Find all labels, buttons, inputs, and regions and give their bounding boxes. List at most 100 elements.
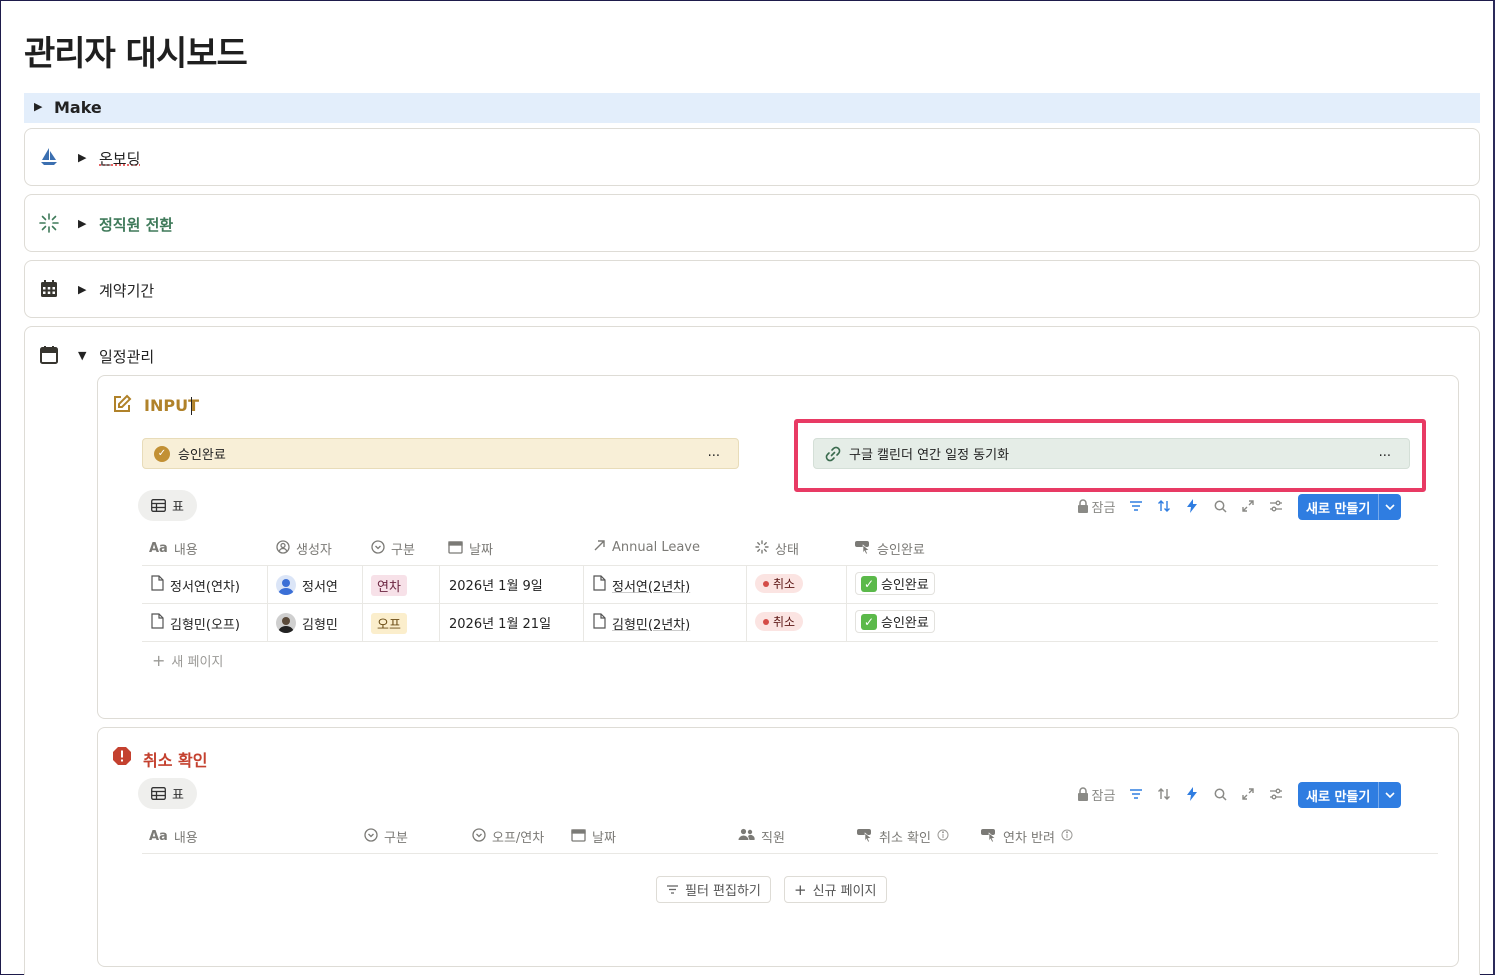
button-property-icon bbox=[981, 828, 997, 846]
status-badge: 취소 bbox=[755, 574, 804, 593]
search-icon[interactable] bbox=[1206, 494, 1234, 518]
calendar-icon bbox=[38, 344, 60, 366]
section-fulltime-conversion[interactable]: ▶ 정직원 전환 bbox=[24, 194, 1480, 252]
view-tab-table[interactable]: 표 bbox=[138, 778, 197, 809]
column-header-cancel-confirm[interactable]: 취소 확인 bbox=[857, 827, 949, 846]
select-icon bbox=[371, 539, 385, 558]
new-button[interactable]: 새로 만들기 bbox=[1298, 782, 1402, 808]
avatar bbox=[276, 613, 296, 633]
type-tag: 연차 bbox=[371, 575, 407, 596]
toggle-triangle-icon[interactable]: ▶ bbox=[78, 217, 86, 230]
cell-status[interactable]: 취소 bbox=[755, 612, 804, 631]
settings-sliders-icon[interactable] bbox=[1262, 494, 1290, 518]
edit-filter-button[interactable]: 필터 편집하기 bbox=[656, 876, 771, 903]
page-icon bbox=[593, 613, 606, 633]
toggle-triangle-open-icon[interactable]: ▼ bbox=[78, 349, 86, 362]
section-label: 일정관리 bbox=[99, 348, 155, 366]
sort-icon[interactable] bbox=[1150, 782, 1178, 806]
filter-icon[interactable] bbox=[1122, 494, 1150, 518]
section-contract-period[interactable]: ▶ 계약기간 bbox=[24, 260, 1480, 318]
approve-row-button[interactable]: ✓ 승인완료 bbox=[855, 610, 935, 633]
cell-creator[interactable]: 정서연 bbox=[276, 575, 338, 595]
select-icon bbox=[472, 827, 486, 846]
select-icon bbox=[364, 827, 378, 846]
cell-date[interactable]: 2026년 1월 21일 bbox=[449, 613, 551, 632]
page-title: 관리자 대시보드 bbox=[24, 34, 248, 74]
check-circle-icon: ✓ bbox=[154, 445, 170, 462]
new-page-button[interactable]: + 신규 페이지 bbox=[784, 876, 887, 903]
more-icon[interactable]: ... bbox=[708, 445, 720, 460]
view-tab-table[interactable]: 표 bbox=[138, 490, 197, 521]
column-header-content[interactable]: Aa 내용 bbox=[149, 539, 198, 558]
section-label: 계약기간 bbox=[99, 282, 155, 300]
column-divider bbox=[746, 566, 747, 641]
type-tag: 오프 bbox=[371, 613, 407, 634]
section-label: 온보딩 bbox=[99, 150, 141, 168]
automation-icon[interactable] bbox=[1178, 782, 1206, 806]
text-cursor bbox=[191, 397, 192, 415]
settings-sliders-icon[interactable] bbox=[1262, 782, 1290, 806]
section-onboarding[interactable]: ▶ 온보딩 bbox=[24, 128, 1480, 186]
button-property-icon bbox=[857, 828, 873, 846]
column-divider bbox=[439, 566, 440, 641]
approve-button[interactable]: ✓ 승인완료 ... bbox=[142, 438, 739, 469]
relation-arrow-icon bbox=[593, 539, 606, 556]
cell-date[interactable]: 2026년 1월 9일 bbox=[449, 575, 543, 594]
lock-button[interactable]: 잠금 bbox=[1070, 494, 1122, 518]
automation-icon[interactable] bbox=[1178, 494, 1206, 518]
plus-icon: + bbox=[152, 651, 166, 670]
table-divider bbox=[142, 853, 1438, 854]
toggle-triangle-icon[interactable]: ▶ bbox=[78, 151, 86, 164]
filter-icon bbox=[666, 884, 679, 895]
search-icon[interactable] bbox=[1206, 782, 1234, 806]
new-page-button[interactable]: + 새 페이지 bbox=[152, 651, 223, 670]
info-icon bbox=[1061, 829, 1073, 845]
column-header-type[interactable]: 구분 bbox=[371, 539, 415, 558]
cell-annual-leave[interactable]: 김형민(2년차) bbox=[593, 613, 690, 633]
cell-approval[interactable]: ✓ 승인완료 bbox=[855, 610, 935, 633]
cell-content[interactable]: 김형민(오프) bbox=[151, 613, 240, 633]
chevron-down-icon[interactable] bbox=[1379, 782, 1401, 808]
section-label: 정직원 전환 bbox=[99, 216, 174, 234]
sort-icon[interactable] bbox=[1150, 494, 1178, 518]
new-button[interactable]: 새로 만들기 bbox=[1298, 494, 1402, 520]
toggle-triangle-icon[interactable]: ▶ bbox=[34, 100, 42, 113]
column-header-type[interactable]: 구분 bbox=[364, 827, 408, 846]
cell-approval[interactable]: ✓ 승인완료 bbox=[855, 572, 935, 595]
column-header-leave-reject[interactable]: 연차 반려 bbox=[981, 827, 1073, 846]
page-icon bbox=[593, 575, 606, 595]
cell-creator[interactable]: 김형민 bbox=[276, 613, 338, 633]
lock-label: 잠금 bbox=[1091, 500, 1116, 516]
cell-type[interactable]: 오프 bbox=[371, 613, 407, 634]
column-header-content[interactable]: Aa 내용 bbox=[149, 827, 198, 846]
column-header-employee[interactable]: 직원 bbox=[738, 827, 785, 846]
column-header-date[interactable]: 날짜 bbox=[448, 539, 493, 558]
cell-annual-leave[interactable]: 정서연(2년차) bbox=[593, 575, 690, 595]
column-header-status[interactable]: 상태 bbox=[755, 539, 799, 558]
text-type-icon: Aa bbox=[149, 541, 168, 556]
column-header-approval[interactable]: 승인완료 bbox=[855, 539, 925, 558]
new-button-label[interactable]: 새로 만들기 bbox=[1298, 782, 1380, 808]
cell-status[interactable]: 취소 bbox=[755, 574, 804, 593]
column-header-date[interactable]: 날짜 bbox=[571, 827, 616, 846]
filter-icon[interactable] bbox=[1122, 782, 1150, 806]
database-toolbar: 잠금 bbox=[1070, 782, 1290, 806]
avatar bbox=[276, 575, 296, 595]
cell-content[interactable]: 정서연(연차) bbox=[151, 575, 240, 595]
approve-row-button[interactable]: ✓ 승인완료 bbox=[855, 572, 935, 595]
lock-button[interactable]: 잠금 bbox=[1070, 782, 1122, 806]
expand-icon[interactable] bbox=[1234, 494, 1262, 518]
toggle-triangle-icon[interactable]: ▶ bbox=[78, 283, 86, 296]
column-header-creator[interactable]: 생성자 bbox=[276, 539, 332, 558]
column-divider bbox=[267, 566, 268, 641]
column-divider bbox=[846, 566, 847, 641]
expand-icon[interactable] bbox=[1234, 782, 1262, 806]
column-header-annual-leave[interactable]: Annual Leave bbox=[593, 539, 700, 556]
column-header-off-leave[interactable]: 오프/연차 bbox=[472, 827, 544, 846]
make-toggle[interactable]: ▶ Make bbox=[24, 93, 1480, 123]
people-icon bbox=[738, 828, 755, 845]
cell-type[interactable]: 연차 bbox=[371, 575, 407, 596]
chevron-down-icon[interactable] bbox=[1379, 494, 1401, 520]
column-divider bbox=[362, 566, 363, 641]
new-button-label[interactable]: 새로 만들기 bbox=[1298, 494, 1380, 520]
